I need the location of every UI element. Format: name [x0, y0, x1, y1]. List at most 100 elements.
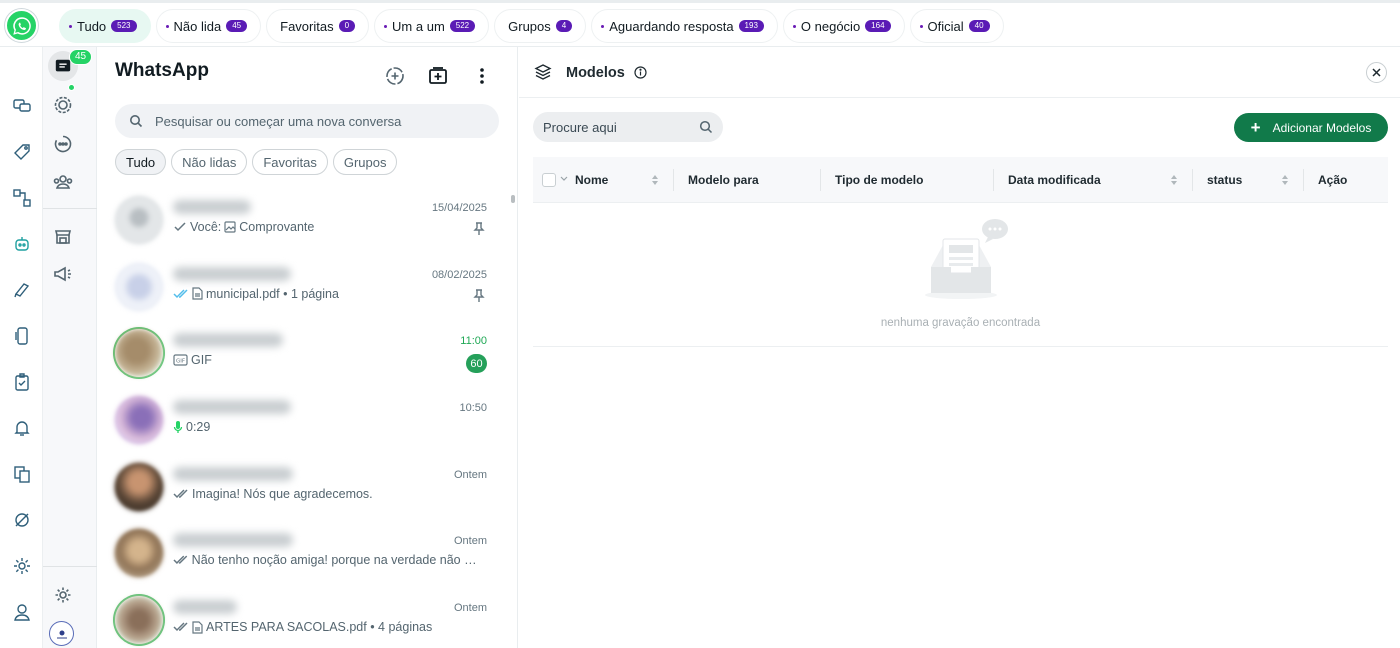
bulk-message-icon[interactable]	[11, 95, 33, 117]
nav-channels[interactable]	[48, 129, 78, 159]
avatar	[115, 196, 163, 244]
settings-gear-icon[interactable]	[11, 555, 33, 577]
filter-count: 164	[865, 20, 891, 32]
nav-communities[interactable]	[48, 167, 78, 197]
unread-chats-badge: 45	[69, 49, 93, 65]
megaphone-icon	[54, 266, 71, 282]
clipboard-icon[interactable]	[11, 371, 33, 393]
image-icon	[224, 221, 236, 233]
chat-date: Ontem	[453, 602, 487, 615]
new-status-button[interactable]	[383, 64, 407, 88]
chat-search-box	[115, 104, 499, 138]
chatbot-icon[interactable]	[11, 233, 33, 255]
close-button[interactable]	[1366, 62, 1387, 83]
dot-icon	[69, 24, 72, 28]
filter-aguardando-resposta[interactable]: Aguardando resposta 193	[591, 9, 778, 43]
double-check-icon	[173, 289, 188, 298]
double-check-icon	[173, 556, 188, 565]
column-status[interactable]: status	[1207, 157, 1242, 203]
chat-panel-title: WhatsApp	[115, 60, 209, 81]
select-all-checkbox[interactable]	[542, 173, 556, 187]
pin-icon	[473, 222, 485, 235]
column-tipo-de-modelo[interactable]: Tipo de modelo	[835, 157, 923, 203]
status-plus-icon	[386, 67, 404, 85]
nav-divider	[43, 208, 97, 209]
documents-icon[interactable]	[11, 463, 33, 485]
filter-tudo[interactable]: Tudo 523	[59, 9, 151, 43]
avatar	[115, 596, 163, 645]
column-modelo-para[interactable]: Modelo para	[688, 157, 759, 203]
agent-icon[interactable]	[11, 601, 33, 623]
nav-status[interactable]	[48, 84, 78, 120]
profile-avatar[interactable]	[49, 621, 74, 646]
column-data-modificada[interactable]: Data modificada	[1008, 157, 1101, 203]
chat-row[interactable]: 08/02/2025 municipal.pdf • 1 página	[97, 254, 509, 321]
chat-filter-chips: Tudo Não lidas Favoritas Grupos	[115, 149, 398, 175]
new-chat-icon	[429, 67, 447, 84]
add-model-button[interactable]: + Adicionar Modelos	[1234, 113, 1388, 142]
info-icon[interactable]	[634, 66, 647, 79]
sort-icon[interactable]	[1170, 174, 1178, 186]
chip-favoritas[interactable]: Favoritas	[252, 149, 328, 175]
link-icon[interactable]	[11, 509, 33, 531]
tag-icon[interactable]	[11, 141, 33, 163]
sort-icon[interactable]	[651, 174, 659, 186]
chat-search-input[interactable]	[155, 104, 485, 138]
bell-icon[interactable]	[11, 417, 33, 439]
contact-name-blurred	[173, 333, 283, 348]
models-search-input[interactable]	[543, 112, 693, 142]
search-icon	[130, 115, 143, 128]
avatar	[115, 529, 163, 578]
filter-favoritas[interactable]: Favoritas 0	[266, 9, 370, 43]
nav-ads[interactable]	[48, 259, 78, 289]
chat-date: Ontem	[453, 535, 487, 548]
avatar	[115, 396, 163, 445]
filter-oficial[interactable]: Oficial 40	[909, 9, 1004, 43]
more-vertical-icon	[480, 68, 484, 84]
sort-icon[interactable]	[1281, 174, 1289, 186]
chip-nao-lidas[interactable]: Não lidas	[171, 149, 248, 175]
chip-grupos[interactable]: Grupos	[332, 149, 398, 175]
campaign-icon[interactable]	[11, 279, 33, 301]
filter-o-negocio[interactable]: O negócio 164	[782, 9, 905, 43]
flow-icon[interactable]	[11, 187, 33, 209]
microphone-icon	[173, 421, 183, 434]
gear-icon	[55, 587, 71, 603]
chevron-down-icon[interactable]	[560, 176, 568, 182]
chat-row[interactable]: Ontem Imagina! Nós que agradecemos.	[97, 454, 509, 521]
chat-preview: ARTES PARA SACOLAS.pdf • 4 páginas	[173, 620, 479, 634]
dot-icon	[919, 24, 923, 28]
brand-logo-icon	[56, 630, 67, 638]
dot-icon	[384, 24, 388, 28]
new-chat-button[interactable]	[426, 64, 450, 88]
nav-settings[interactable]	[48, 580, 78, 610]
filter-nao-lida[interactable]: Não lida 45	[155, 9, 262, 43]
navigation-column: 45	[43, 47, 97, 648]
phone-device-icon[interactable]	[11, 325, 33, 347]
chat-row[interactable]: Ontem ARTES PARA SACOLAS.pdf • 4 páginas	[97, 587, 509, 648]
chat-row[interactable]: 15/04/2025 Você: Comprovante	[97, 187, 509, 254]
communities-icon	[53, 175, 73, 189]
chip-tudo[interactable]: Tudo	[115, 149, 167, 175]
nav-divider	[43, 566, 97, 567]
chat-row[interactable]: 11:00 GIF GIF 60	[97, 320, 509, 387]
menu-button[interactable]	[470, 64, 494, 88]
column-nome[interactable]: Nome	[575, 157, 608, 203]
column-divider	[1303, 169, 1304, 191]
chat-date: Ontem	[453, 468, 487, 481]
svg-text:GIF: GIF	[176, 359, 185, 365]
models-search-box	[533, 112, 723, 142]
dot-icon	[165, 24, 169, 28]
nav-business-tools[interactable]	[48, 221, 78, 251]
chat-list-scroll-thumb[interactable]	[511, 195, 515, 203]
filter-grupos[interactable]: Grupos 4	[494, 9, 587, 43]
chat-list-scrollbar[interactable]	[510, 187, 516, 648]
double-check-icon	[173, 489, 188, 498]
models-table-header: Nome Modelo para Tipo de modelo Data mod…	[533, 157, 1388, 203]
chat-date: 10:50	[459, 402, 487, 415]
chat-preview: GIF GIF	[173, 353, 479, 367]
nav-chats[interactable]: 45	[48, 49, 93, 81]
filter-um-a-um[interactable]: Um a um 522	[374, 9, 490, 43]
chat-row[interactable]: 10:50 0:29	[97, 387, 509, 454]
chat-row[interactable]: Ontem Não tenho noção amiga! porque na v…	[97, 520, 509, 587]
